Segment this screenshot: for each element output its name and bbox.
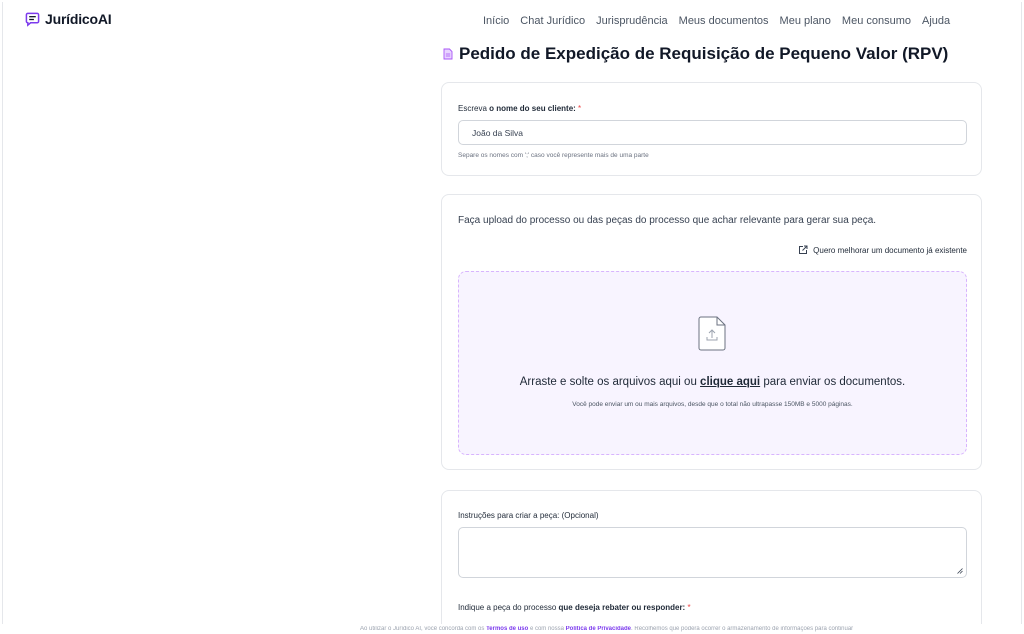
dropzone-instructions: Arraste e solte os arquivos aqui ou cliq… — [459, 376, 966, 388]
dropzone-text-before: Arraste e solte os arquivos aqui ou — [519, 376, 701, 388]
dropzone-limit-note: Você pode enviar um ou mais arquivos, de… — [572, 401, 853, 408]
improve-document-label: Quero melhorar um documento já existente — [813, 245, 967, 255]
rebut-label-bold: que deseja rebater ou responder: — [558, 603, 686, 612]
chat-bubble-icon — [25, 12, 40, 27]
logo[interactable]: JurídicoAI — [25, 11, 112, 27]
nav-chat-juridico[interactable]: Chat Jurídico — [520, 15, 585, 27]
logo-text: JurídicoAI — [45, 11, 112, 27]
client-name-input[interactable]: João da Silva — [458, 120, 967, 145]
instructions-card: Instruções para criar a peça: (Opcional)… — [441, 490, 982, 624]
nav-ajuda[interactable]: Ajuda — [922, 15, 950, 27]
footer-legal-text: Ao utilizar o Jurídico AI, você concorda… — [360, 626, 1020, 632]
file-dropzone[interactable]: Arraste e solte os arquivos aqui ou cliq… — [458, 271, 967, 455]
client-name-value: João da Silva — [472, 127, 524, 138]
footer-text-after: . Recolhemos que poderá ocorrer o armaze… — [631, 626, 854, 632]
app-window: JurídicoAI Início Chat Jurídico Jurispru… — [2, 2, 1022, 624]
page-header: Pedido de Expedição de Requisição de Peq… — [443, 44, 948, 64]
click-here-link[interactable]: clique aqui — [700, 376, 760, 388]
external-link-icon — [799, 245, 808, 254]
terms-of-use-link[interactable]: Termos de uso — [486, 626, 528, 632]
footer-text-before: Ao utilizar o Jurídico AI, você concorda… — [360, 626, 487, 632]
resize-handle-icon[interactable] — [957, 568, 963, 574]
nav-meu-plano[interactable]: Meu plano — [780, 15, 831, 27]
page-title: Pedido de Expedição de Requisição de Peq… — [459, 44, 949, 63]
client-name-label-bold: o nome do seu cliente: — [489, 104, 576, 113]
nav-inicio[interactable]: Início — [483, 15, 509, 27]
improve-document-link[interactable]: Quero melhorar um documento já existente — [798, 245, 967, 255]
rebut-label-prefix: Indique a peça do processo — [458, 603, 559, 612]
client-name-label: Escreva o nome do seu cliente: * — [458, 104, 581, 113]
upload-lead-text: Faça upload do processo ou das peças do … — [458, 215, 877, 226]
nav-meu-consumo[interactable]: Meu consumo — [842, 15, 911, 27]
required-mark: * — [685, 603, 691, 612]
nav-meus-documentos[interactable]: Meus documentos — [679, 15, 769, 27]
document-icon — [443, 48, 453, 60]
client-name-card: Escreva o nome do seu cliente: * João da… — [441, 82, 982, 176]
client-name-label-prefix: Escreva — [458, 104, 490, 113]
top-navigation: Início Chat Jurídico Jurisprudência Meus… — [483, 15, 950, 27]
client-name-hint: Separe os nomes com ';' caso você repres… — [458, 152, 649, 159]
nav-jurisprudencia[interactable]: Jurisprudência — [596, 15, 668, 27]
instructions-label: Instruções para criar a peça: (Opcional) — [458, 511, 599, 520]
dropzone-text-after: para enviar os documentos. — [760, 376, 906, 388]
file-upload-icon — [698, 316, 726, 351]
footer-text-middle: e com nossa — [528, 626, 566, 632]
privacy-policy-link[interactable]: Política de Privacidade — [566, 626, 631, 632]
rebut-piece-label: Indique a peça do processo que deseja re… — [458, 603, 691, 612]
required-mark: * — [575, 104, 582, 113]
instructions-textarea[interactable] — [458, 527, 967, 578]
upload-card: Faça upload do processo ou das peças do … — [441, 194, 982, 470]
